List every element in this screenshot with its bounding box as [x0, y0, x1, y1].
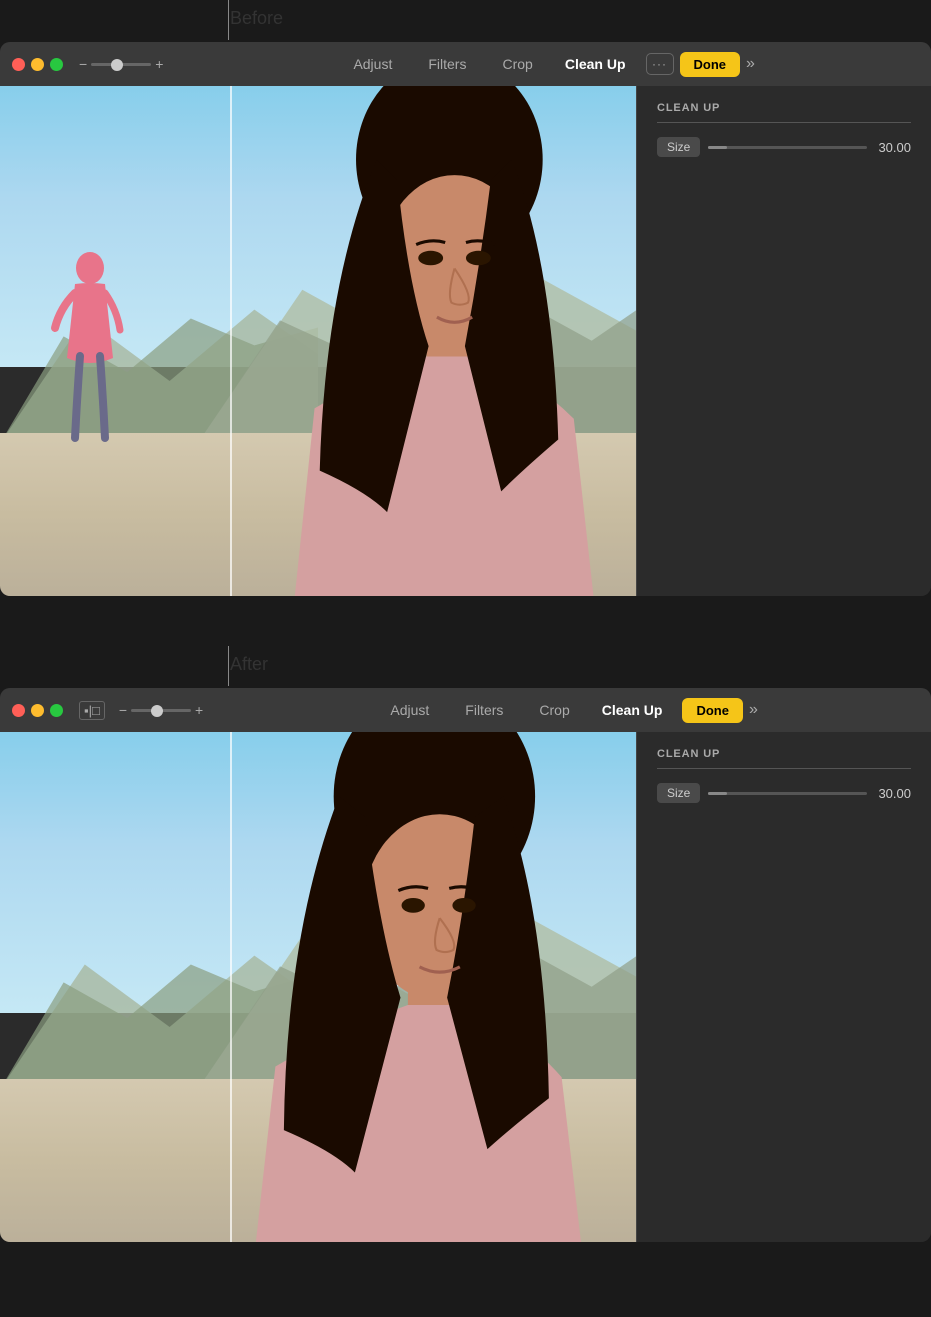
more-icon: ···: [652, 57, 667, 71]
adjust-tab-after[interactable]: Adjust: [372, 698, 447, 722]
content-after: CLEAN UP Size 30.00: [0, 732, 931, 1242]
traffic-lights-before: [12, 58, 63, 71]
zoom-slider-after[interactable]: [131, 709, 191, 712]
after-line: [228, 646, 229, 686]
sidebar-divider-before: [657, 122, 911, 123]
done-button-after[interactable]: Done: [682, 698, 743, 723]
zoom-plus-icon[interactable]: +: [155, 56, 163, 72]
cleanup-section-title-after: CLEAN UP: [657, 748, 911, 760]
size-label-button-before[interactable]: Size: [657, 137, 700, 157]
size-value-after: 30.00: [875, 786, 911, 801]
zoom-slider-before[interactable]: [91, 63, 151, 66]
before-label: Before: [230, 8, 283, 29]
pink-figure-before: [45, 248, 135, 458]
size-row-after: Size 30.00: [657, 783, 911, 803]
window-after: ▪|□ − + Adjust Filters Crop Clean Up Don…: [0, 688, 931, 1242]
adjust-tab[interactable]: Adjust: [335, 52, 410, 76]
image-area-after: [0, 732, 636, 1242]
zoom-minus-icon[interactable]: −: [79, 56, 87, 72]
zoom-control-after: − +: [119, 702, 203, 718]
more-button[interactable]: ···: [646, 53, 674, 75]
size-label-button-after[interactable]: Size: [657, 783, 700, 803]
divider-line-before: [230, 86, 232, 596]
maximize-button[interactable]: [50, 58, 63, 71]
image-area-before: [0, 86, 636, 596]
chevron-right-icon-after[interactable]: »: [749, 701, 758, 719]
close-button[interactable]: [12, 58, 25, 71]
close-button-after[interactable]: [12, 704, 25, 717]
single-view-icon[interactable]: ▪|□: [79, 701, 105, 720]
zoom-minus-icon-after[interactable]: −: [119, 702, 127, 718]
maximize-button-after[interactable]: [50, 704, 63, 717]
nav-buttons-after: Adjust Filters Crop Clean Up Done »: [211, 698, 919, 723]
size-value-before: 30.00: [875, 140, 911, 155]
photo-before: [0, 86, 636, 596]
sidebar-divider-after: [657, 768, 911, 769]
zoom-control-before: − +: [79, 56, 163, 72]
after-label: After: [230, 654, 268, 675]
zoom-plus-icon-after[interactable]: +: [195, 702, 203, 718]
done-button[interactable]: Done: [680, 52, 741, 77]
window-before: − + Adjust Filters Crop Clean Up ··· Don…: [0, 42, 931, 596]
size-slider-fill-after: [708, 792, 727, 795]
minimize-button[interactable]: [31, 58, 44, 71]
crop-tab[interactable]: Crop: [484, 52, 550, 76]
filters-tab-after[interactable]: Filters: [447, 698, 521, 722]
after-annotation: After: [0, 646, 931, 686]
cleanup-tab[interactable]: Clean Up: [551, 52, 640, 76]
titlebar-before: − + Adjust Filters Crop Clean Up ··· Don…: [0, 42, 931, 86]
cleanup-tab-after[interactable]: Clean Up: [588, 698, 677, 722]
page-wrapper: Before − + Adjust Filters Crop Clean Up: [0, 0, 931, 1272]
size-slider-before[interactable]: [708, 146, 867, 149]
traffic-lights-after: [12, 704, 63, 717]
nav-buttons-before: Adjust Filters Crop Clean Up ··· Done »: [171, 52, 919, 77]
filters-tab[interactable]: Filters: [410, 52, 484, 76]
cleanup-section-title: CLEAN UP: [657, 102, 911, 114]
photo-after: [0, 732, 636, 1242]
titlebar-after: ▪|□ − + Adjust Filters Crop Clean Up Don…: [0, 688, 931, 732]
sidebar-after: CLEAN UP Size 30.00: [636, 732, 931, 1242]
zoom-slider-thumb-after: [151, 705, 163, 717]
woman-portrait-after: [127, 732, 636, 1242]
minimize-button-after[interactable]: [31, 704, 44, 717]
crop-tab-after[interactable]: Crop: [521, 698, 587, 722]
divider-line-after: [230, 732, 232, 1242]
chevron-right-icon[interactable]: »: [746, 55, 755, 73]
size-row-before: Size 30.00: [657, 137, 911, 157]
before-annotation: Before: [0, 0, 931, 40]
before-line: [228, 0, 229, 40]
size-slider-fill-before: [708, 146, 727, 149]
zoom-slider-thumb: [111, 59, 123, 71]
view-toggle-after: ▪|□: [79, 701, 105, 720]
content-before: CLEAN UP Size 30.00: [0, 86, 931, 596]
sidebar-before: CLEAN UP Size 30.00: [636, 86, 931, 596]
size-slider-sidebar-after[interactable]: [708, 792, 867, 795]
